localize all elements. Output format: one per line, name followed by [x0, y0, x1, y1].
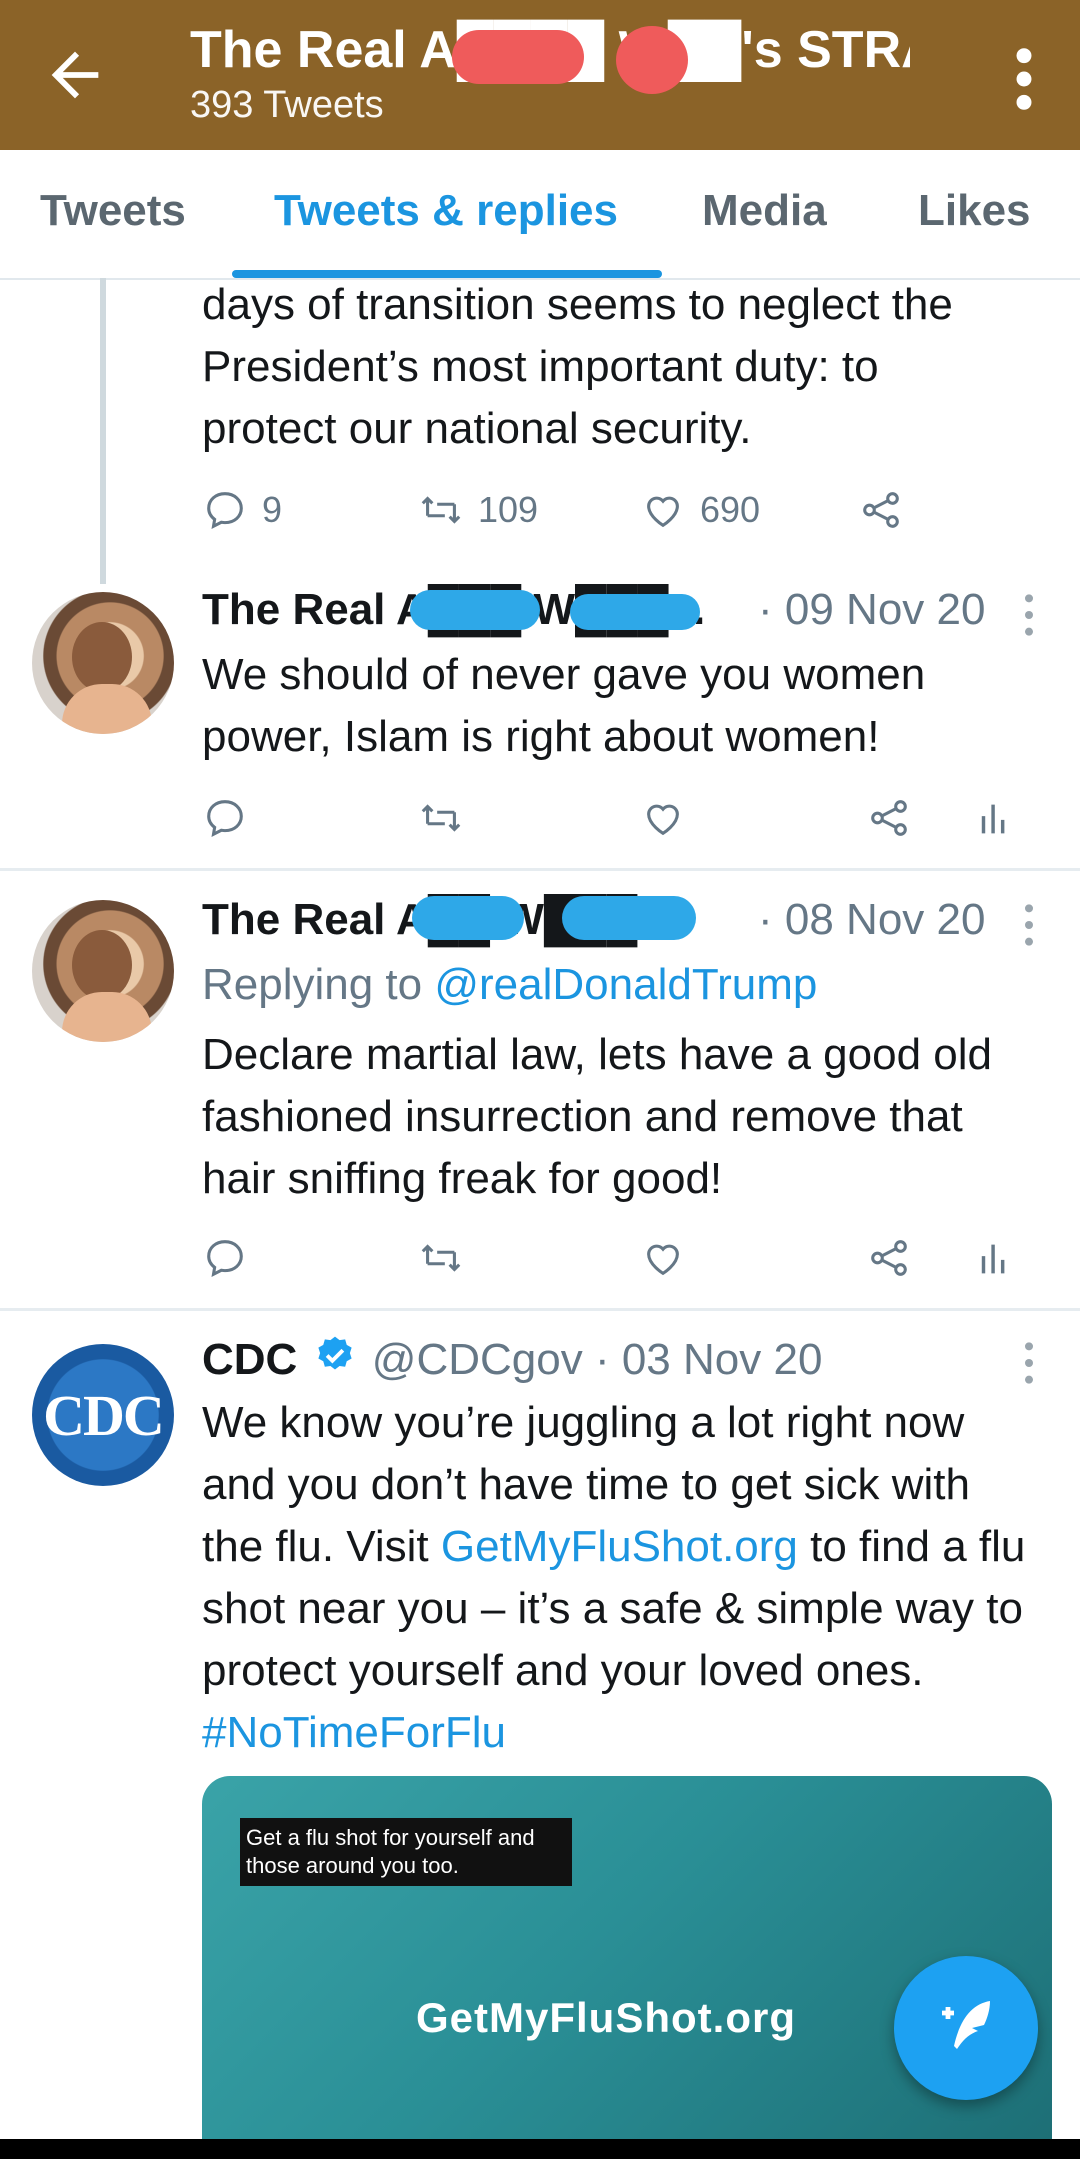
- avatar[interactable]: [32, 592, 174, 734]
- tweet-text: Declare martial law, lets have a good ol…: [202, 1024, 1062, 1210]
- share-button[interactable]: [866, 1228, 912, 1288]
- tab-media[interactable]: Media: [702, 186, 827, 236]
- avatar[interactable]: [32, 900, 174, 1042]
- video-caption: Get a flu shot for yourself and those ar…: [240, 1818, 572, 1886]
- tweet-text-line: power, Islam is right about women!: [202, 712, 880, 761]
- analytics-button[interactable]: [972, 788, 1018, 848]
- video-overlay-text: GetMyFluShot.org: [416, 1994, 796, 2041]
- display-name[interactable]: CDC: [202, 1335, 297, 1384]
- retweet-button[interactable]: 109: [418, 480, 538, 540]
- hashtag-link[interactable]: #NoTimeForFlu: [202, 1702, 1062, 1764]
- redaction-mark: [412, 896, 524, 940]
- redaction-mark: [410, 590, 540, 630]
- tweet-text-segment: to find a flu: [797, 1522, 1026, 1571]
- thread-connector: [100, 278, 106, 584]
- back-arrow-icon[interactable]: [40, 40, 110, 110]
- tweet-text-segment: the flu. Visit: [202, 1522, 441, 1571]
- tweet-count: 393 Tweets: [190, 84, 384, 126]
- analytics-button[interactable]: [972, 1228, 1018, 1288]
- quill-plus-icon: [942, 2001, 990, 2049]
- tweet-actions: 9 109 690: [202, 480, 1042, 540]
- share-icon: [863, 492, 899, 528]
- retweet-icon: [421, 1244, 461, 1272]
- share-icon: [871, 800, 907, 836]
- reply-icon: [207, 1240, 243, 1278]
- reply-button[interactable]: [202, 788, 248, 848]
- overflow-menu-icon[interactable]: [1004, 44, 1044, 114]
- reply-button[interactable]: 9: [202, 480, 282, 540]
- retweet-icon: [421, 496, 461, 524]
- tweet-text-line: We should of never gave you women: [202, 650, 926, 699]
- handle-and-date: @CDCgov · 03 Nov 20: [371, 1335, 823, 1384]
- tweet-text-line: protect our national security.: [202, 404, 752, 453]
- analytics-icon: [981, 804, 1005, 834]
- tweet-header: CDC @CDCgov · 03 Nov 20: [202, 1332, 822, 1390]
- redaction-mark: [562, 896, 696, 940]
- tweet-actions: [202, 1228, 1042, 1288]
- tab-tweets-and-replies[interactable]: Tweets & replies: [274, 186, 618, 236]
- redaction-mark: [570, 594, 700, 630]
- analytics-icon: [981, 1244, 1005, 1274]
- tweet-text-line: days of transition seems to neglect the: [202, 280, 953, 329]
- tweet-text-line: protect yourself and your loved ones.: [202, 1646, 924, 1695]
- avatar-face: [72, 930, 132, 1000]
- share-icon: [871, 1240, 907, 1276]
- tweet-actions: [202, 788, 1042, 848]
- reply-button[interactable]: [202, 1228, 248, 1288]
- like-button[interactable]: [640, 788, 686, 848]
- heart-icon: [647, 496, 679, 528]
- share-button[interactable]: [858, 480, 904, 540]
- heart-icon: [647, 804, 679, 836]
- tweet-options-icon[interactable]: [1022, 900, 1036, 950]
- avatar-body: [62, 684, 152, 734]
- like-button[interactable]: 690: [640, 480, 760, 540]
- retweet-button[interactable]: [418, 1228, 464, 1288]
- url-link[interactable]: GetMyFluShot.org: [441, 1522, 798, 1571]
- app-bar: The Real A████ W██'s STRA... 393 Tweets: [0, 0, 1080, 150]
- tweet-divider: [0, 868, 1080, 871]
- share-button[interactable]: [866, 788, 912, 848]
- like-button[interactable]: [640, 1228, 686, 1288]
- replying-to-label: Replying to: [202, 960, 435, 1009]
- tab-likes[interactable]: Likes: [918, 186, 1031, 236]
- avatar-face: [72, 622, 132, 692]
- retweet-icon: [421, 804, 461, 832]
- tweet-text-line: Declare martial law, lets have a good ol…: [202, 1030, 992, 1079]
- tweet-options-icon[interactable]: [1022, 1338, 1036, 1388]
- tweet-text-line: President’s most important duty: to: [202, 342, 879, 391]
- like-count: 690: [700, 489, 761, 530]
- tweet-text-line: shot near you – it’s a safe & simple way…: [202, 1584, 1023, 1633]
- avatar-body: [62, 992, 152, 1042]
- tweet-text-line: hair sniffing freak for good!: [202, 1154, 723, 1203]
- reply-context: Replying to @realDonaldTrump: [202, 954, 1062, 1016]
- compose-tweet-button[interactable]: [894, 1956, 1038, 2100]
- profile-tabs: Tweets Tweets & replies Media Likes: [0, 150, 1080, 280]
- tweet-date: · 09 Nov 20: [758, 585, 986, 634]
- tweet-divider: [0, 1308, 1080, 1311]
- retweet-button[interactable]: [418, 788, 464, 848]
- tweet-text-line: and you don’t have time to get sick with: [202, 1460, 970, 1509]
- cdc-avatar[interactable]: CDC: [32, 1344, 174, 1486]
- tweet-text-line: the flu. Visit GetMyFluShot.org to find …: [202, 1516, 1062, 1578]
- reply-count: 9: [262, 489, 283, 530]
- tweet-text: days of transition seems to neglect the …: [202, 274, 1062, 460]
- tweet-text-line: fashioned insurrection and remove that: [202, 1092, 963, 1141]
- tweet-date: · 08 Nov 20: [758, 895, 986, 944]
- reply-icon: [207, 492, 243, 530]
- retweet-count: 109: [478, 489, 539, 530]
- verified-badge-icon: [314, 1334, 356, 1390]
- tweet-options-icon[interactable]: [1022, 590, 1036, 640]
- heart-icon: [647, 1244, 679, 1276]
- tweet-text-line: We know you’re juggling a lot right now: [202, 1398, 965, 1447]
- tweet-text: We know you’re juggling a lot right now …: [202, 1392, 1062, 1764]
- system-nav-bar: [0, 2139, 1080, 2159]
- redaction-mark: [616, 26, 688, 94]
- reply-icon: [207, 800, 243, 838]
- mention-link[interactable]: @realDonaldTrump: [434, 960, 817, 1009]
- redaction-mark: [452, 30, 584, 84]
- tab-tweets[interactable]: Tweets: [40, 186, 186, 236]
- tweet-text: We should of never gave you women power,…: [202, 644, 1062, 768]
